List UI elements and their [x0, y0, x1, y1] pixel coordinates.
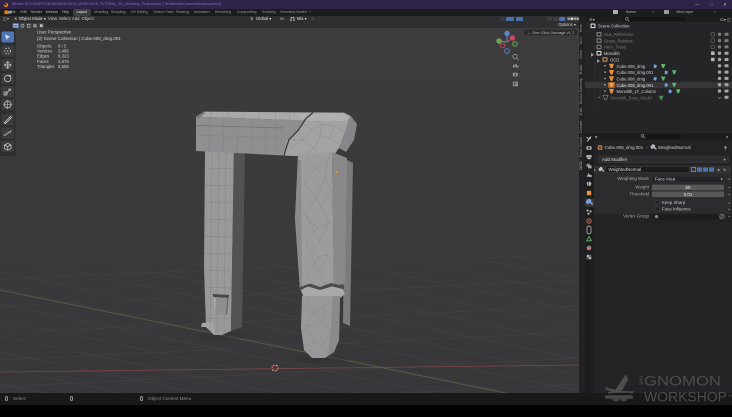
- svg-text:Scene Collection: Scene Collection: [598, 24, 630, 29]
- svg-text:Cube.008_dmg: Cube.008_dmg: [617, 76, 646, 81]
- svg-text:Cube.008_dmg.001: Cube.008_dmg.001: [605, 145, 644, 150]
- svg-text:Monolith_Base_Model: Monolith_Base_Model: [611, 95, 653, 100]
- svg-text:TM: TM: [728, 394, 732, 398]
- svg-text:GNOMON: GNOMON: [644, 374, 721, 389]
- svg-text:▸: ▸: [729, 214, 731, 219]
- svg-text:▸: ▸: [729, 207, 731, 212]
- svg-text:Hero_Trees: Hero_Trees: [604, 45, 626, 50]
- svg-text:Vertex Group: Vertex Group: [623, 214, 649, 219]
- svg-text:Triangles: Triangles: [37, 64, 55, 69]
- svg-text:▾: ▾: [721, 177, 723, 182]
- svg-text:Cube.008_dmg.001: Cube.008_dmg.001: [617, 70, 654, 75]
- svg-text:Cube.008_dmg.001: Cube.008_dmg.001: [617, 83, 654, 88]
- svg-text:⌄ One Click Damage v1.7: ⌄ One Click Damage v1.7: [528, 30, 575, 35]
- svg-text:▾: ▾: [724, 157, 726, 162]
- svg-text:⋮: ⋮: [728, 167, 732, 172]
- svg-text:Weight: Weight: [635, 185, 649, 190]
- svg-text:▸: ▸: [729, 176, 731, 181]
- svg-text:WeightedNormal: WeightedNormal: [658, 145, 691, 150]
- svg-text:Monolith: Monolith: [604, 51, 620, 56]
- svg-text:WeightedNormal: WeightedNormal: [609, 167, 642, 172]
- svg-text:8,556: 8,556: [58, 64, 69, 69]
- svg-text:User Perspective: User Perspective: [37, 30, 72, 35]
- svg-text:Monolith_LT_Column: Monolith_LT_Column: [617, 89, 657, 94]
- svg-text:Add Modifier: Add Modifier: [602, 157, 628, 162]
- svg-text:Face Area: Face Area: [655, 177, 676, 182]
- svg-text:WORKSHOP: WORKSHOP: [644, 390, 727, 405]
- svg-text:✕: ✕: [723, 168, 727, 173]
- svg-text:Weighting Mode: Weighting Mode: [617, 176, 649, 181]
- svg-text:Grass_Patches: Grass_Patches: [604, 38, 633, 43]
- svg-text:0.01: 0.01: [684, 192, 693, 197]
- svg-text:(2) Scene Collection | Cube.00: (2) Scene Collection | Cube.008_dmg.001: [37, 37, 121, 42]
- svg-text:▸: ▸: [729, 191, 731, 196]
- svg-text:Threshold: Threshold: [629, 191, 649, 196]
- svg-text:▾: ▾: [595, 135, 597, 140]
- svg-text:50: 50: [686, 185, 691, 190]
- svg-text:THE: THE: [639, 375, 644, 385]
- svg-text:▸: ▸: [729, 200, 731, 205]
- svg-text:Cube.008_dmg: Cube.008_dmg: [617, 64, 646, 69]
- svg-text:▾: ▾: [726, 135, 728, 140]
- svg-text:OCD: OCD: [610, 57, 619, 62]
- svg-text:▸: ▸: [729, 185, 731, 190]
- svg-text:Keep Sharp: Keep Sharp: [662, 200, 686, 205]
- svg-text:▾: ▾: [718, 167, 720, 172]
- svg-text:Gus_Reference: Gus_Reference: [604, 32, 634, 37]
- svg-text:Face Influence: Face Influence: [662, 207, 691, 212]
